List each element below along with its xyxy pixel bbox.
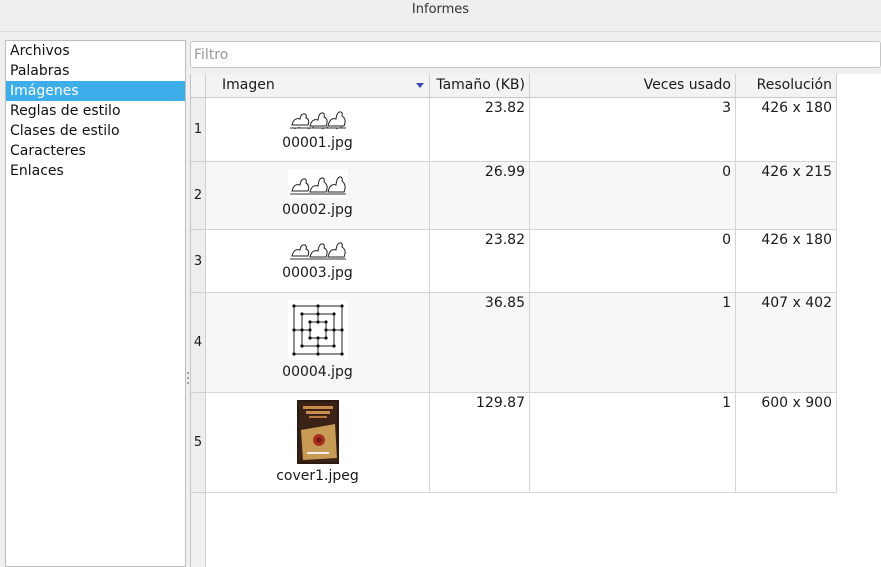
board-diagram-thumbnail-icon [287, 300, 348, 360]
sort-descending-icon [416, 83, 424, 88]
image-cell[interactable]: 00002.jpg [206, 162, 430, 230]
table-row[interactable]: 3 00003.jpg 23.82 0 426 x 180 [191, 230, 837, 293]
corner-header [191, 74, 206, 97]
sidebar-item-reglas-de-estilo[interactable]: Reglas de estilo [6, 101, 185, 121]
image-cell[interactable]: 00003.jpg [206, 230, 430, 293]
table-row[interactable]: 2 00002.jpg 26.99 0 426 x 215 [191, 162, 837, 230]
row-number: 4 [191, 293, 206, 393]
size-cell[interactable]: 26.99 [430, 162, 530, 230]
image-filename: 00003.jpg [282, 265, 353, 281]
resolution-cell[interactable]: 426 x 215 [736, 162, 837, 230]
used-count-cell[interactable]: 1 [530, 393, 736, 493]
table-row[interactable]: 4 00004.jpg 36.85 1 407 x 402 [191, 293, 837, 393]
size-cell[interactable]: 36.85 [430, 293, 530, 393]
image-cell[interactable]: cover1.jpeg [206, 393, 430, 493]
used-count-cell[interactable]: 0 [530, 162, 736, 230]
image-filename: cover1.jpeg [276, 468, 359, 484]
resolution-cell[interactable]: 426 x 180 [736, 98, 837, 162]
column-header-resolution[interactable]: Resolución [736, 74, 837, 97]
row-number: 1 [191, 98, 206, 162]
window-title: Informes [411, 2, 470, 17]
image-filename: 00001.jpg [282, 135, 353, 151]
size-cell[interactable]: 129.87 [430, 393, 530, 493]
sidebar-item-palabras[interactable]: Palabras [6, 61, 185, 81]
sidebar-item-enlaces[interactable]: Enlaces [6, 161, 185, 181]
size-cell[interactable]: 23.82 [430, 230, 530, 293]
resolution-cell[interactable]: 426 x 180 [736, 230, 837, 293]
sidebar-item-archivos[interactable]: Archivos [6, 41, 185, 61]
report-category-list[interactable]: Archivos Palabras Imágenes Reglas de est… [5, 40, 186, 567]
images-table[interactable]: Imagen Tamaño (KB) Veces usado Resolució… [190, 74, 881, 567]
column-header-used[interactable]: Veces usado [530, 74, 736, 97]
row-number: 5 [191, 393, 206, 493]
filter-field[interactable] [190, 41, 881, 68]
sidebar-item-caracteres[interactable]: Caracteres [6, 141, 185, 161]
column-header-image[interactable]: Imagen [206, 74, 430, 97]
image-filename: 00002.jpg [282, 202, 353, 218]
used-count-cell[interactable]: 3 [530, 98, 736, 162]
filter-input[interactable] [191, 42, 880, 67]
sidebar-item-clases-de-estilo[interactable]: Clases de estilo [6, 121, 185, 141]
image-filename: 00004.jpg [282, 364, 353, 380]
window-titlebar: Informes [0, 0, 881, 32]
image-cell[interactable]: 00004.jpg [206, 293, 430, 393]
size-cell[interactable]: 23.82 [430, 98, 530, 162]
geese-thumbnail-icon [287, 169, 348, 198]
geese-thumbnail-icon [287, 237, 348, 261]
row-number: 3 [191, 230, 206, 293]
table-header: Imagen Tamaño (KB) Veces usado Resolució… [191, 74, 837, 98]
image-cell[interactable]: 00001.jpg [206, 98, 430, 162]
column-header-image-label: Imagen [222, 77, 275, 93]
geese-thumbnail-icon [287, 105, 348, 131]
column-header-size[interactable]: Tamaño (KB) [430, 74, 530, 97]
row-number: 2 [191, 162, 206, 230]
resolution-cell[interactable]: 600 x 900 [736, 393, 837, 493]
used-count-cell[interactable]: 1 [530, 293, 736, 393]
used-count-cell[interactable]: 0 [530, 230, 736, 293]
table-row[interactable]: 5 cover1.jpeg 129.87 1 600 x 900 [191, 393, 837, 493]
sidebar-item-imagenes[interactable]: Imágenes [6, 81, 185, 101]
resolution-cell[interactable]: 407 x 402 [736, 293, 837, 393]
book-cover-thumbnail-icon [296, 400, 339, 464]
table-row[interactable]: 1 00001.jpg 23.82 3 426 x 180 [191, 98, 837, 162]
